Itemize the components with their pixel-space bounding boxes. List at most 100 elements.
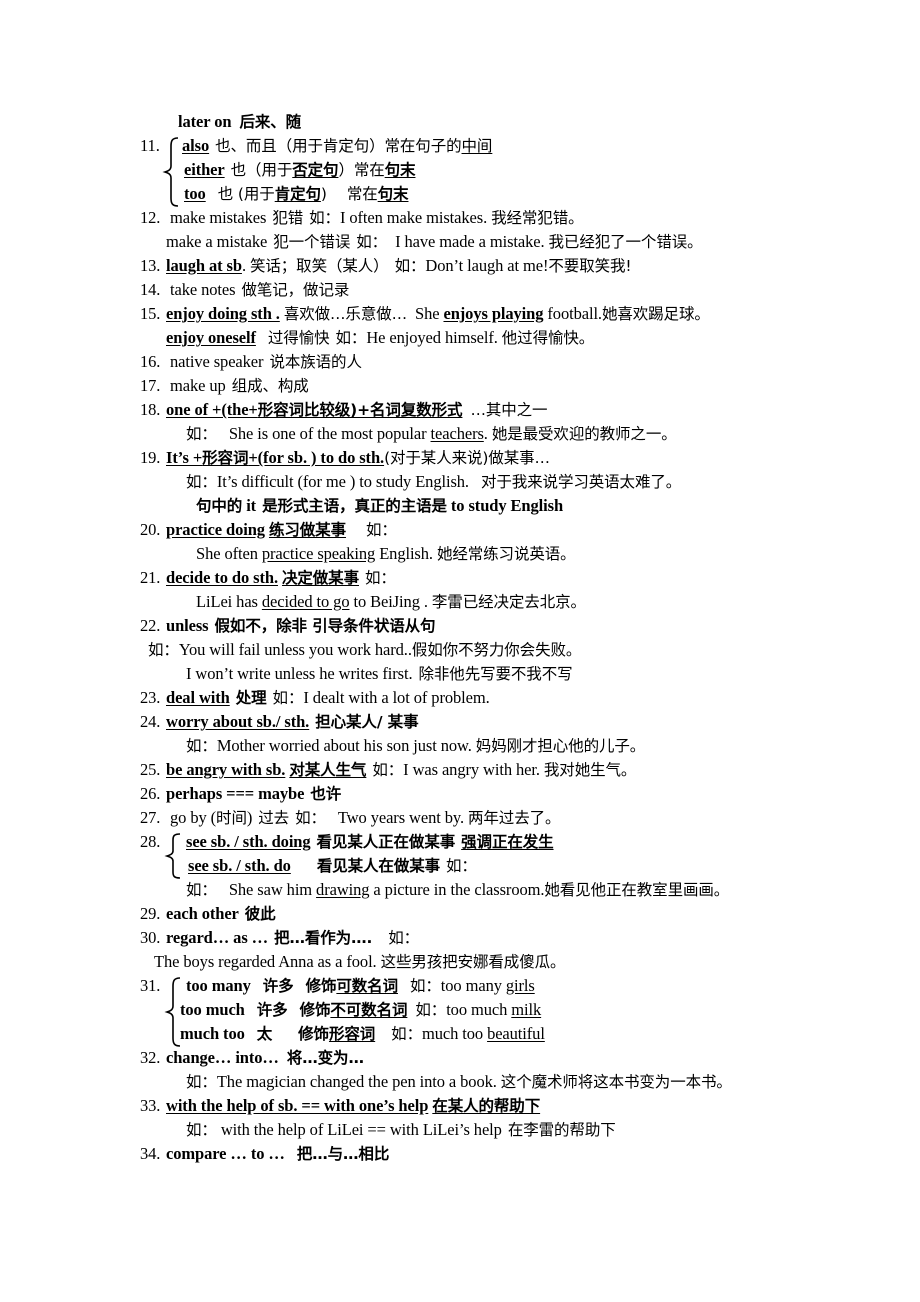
- example-en-31c: much too: [421, 1024, 484, 1043]
- usage-too-many-a: 修饰: [305, 977, 337, 995]
- phrase-worry-about: worry about sb./ sth.: [166, 712, 310, 731]
- example-cn-22a: 假如你不努力你会失败。: [411, 641, 582, 659]
- example-label-30: 如：: [388, 929, 420, 947]
- entry-34: 34. compare … to … 把…与…相比: [140, 1142, 880, 1166]
- example-en-20a: She often: [196, 544, 258, 563]
- entry-21-example: LiLei has decided to go to BeiJing . 李雷已经决定…: [140, 590, 880, 614]
- gloss-decide-to-do-sth: 决定做某事: [281, 569, 359, 587]
- example-cn-21: 李雷已经决定去北京。: [431, 593, 586, 611]
- example-label-31c: 如：: [391, 1025, 422, 1043]
- example-en-13: Don’t laugh at me!: [425, 256, 549, 275]
- entry-31-group: 31. too many 许多 修饰可数名词 如：too many girls too m…: [140, 974, 880, 1047]
- example-rest-15: football.: [547, 304, 602, 323]
- entry-11-group: 11. also 也、而且（用于肯定句）常在句子的中间 either 也（用于否定句）…: [140, 134, 880, 207]
- entry-21-number: 21.: [140, 568, 161, 587]
- example-cn-13: 不要取笑我!: [548, 257, 632, 275]
- entry-20-number: 20.: [140, 520, 161, 539]
- entry-33-example: 如： with the help of LiLei == with LiLei’s…: [140, 1118, 880, 1142]
- entry-12-number: 12.: [140, 208, 161, 227]
- example-en-20b: English.: [379, 544, 433, 563]
- example-en-15b: He enjoyed himself.: [366, 328, 498, 347]
- entry-22: 22. unless 假如不，除非 引导条件状语从句: [140, 614, 880, 638]
- entry-19-example: 如：It’s difficult (for me ) to study Engl…: [140, 470, 880, 494]
- entry-30: 30. regard… as … 把…看作为…. 如：: [140, 926, 880, 950]
- gloss-its-adj: (对于某人来说)做某事…: [384, 449, 550, 467]
- entry-16: 16. native speaker 说本族语的人: [140, 350, 880, 374]
- example-label-18: 如：: [186, 425, 217, 443]
- document-body: later on 后来、随 11. also 也、而且（用于肯定句）常在句子的中间 e…: [140, 110, 880, 1166]
- entry-28-group: 28. see sb. / sth. doing 看见某人正在做某事 强调正在发生 s…: [140, 830, 880, 879]
- phrase-be-angry-with-sb: be angry with sb.: [166, 760, 286, 779]
- phrase-make-mistakes: make mistakes: [170, 208, 267, 227]
- example-cn-18: 她是最受欢迎的教师之一。: [491, 425, 677, 443]
- gloss-change-into: 将…变为…: [286, 1049, 364, 1067]
- phrase-too: too: [184, 184, 206, 203]
- gloss-each-other: 彼此: [244, 905, 276, 923]
- note-en-19: to study English: [450, 496, 564, 515]
- example-en-22a: You will fail unless you work hard..: [178, 640, 412, 659]
- gloss-practice-doing: 练习做某事: [268, 521, 346, 539]
- example-en-22b: I won’t write unless he writes first.: [186, 664, 413, 683]
- example-en-12b: I have made a mistake.: [395, 232, 545, 251]
- entry-11-row-3: too 也 (用于肯定句) 常在句末: [140, 182, 880, 206]
- example-label-21: 如：: [365, 569, 396, 587]
- example-en-31b: too much: [446, 1000, 508, 1019]
- entry-22-number: 22.: [140, 616, 161, 635]
- phrase-see-sb-do: see sb. / sth. do: [188, 856, 291, 875]
- example-label-27: 如：: [295, 809, 326, 827]
- entry-34-number: 34.: [140, 1144, 161, 1163]
- entry-23: 23. deal with 处理 如：I dealt with a lot of pr…: [140, 686, 880, 710]
- note-cn-b-19: 是形式主语，真正的主语是: [262, 497, 447, 515]
- gloss-see-sb-do: 看见某人在做某事: [316, 857, 441, 875]
- example-cn-19: 对于我来说学习英语太难了。: [480, 473, 682, 491]
- gloss-perhaps-maybe: 也许: [310, 785, 342, 803]
- phrase-with-the-help-of-sb: with the help of sb. == with one’s help: [166, 1096, 429, 1115]
- gloss-make-mistakes: 犯错: [272, 209, 304, 227]
- example-cn-22b: 除非他先写要不我不写: [418, 665, 573, 683]
- phrase-make-a-mistake: make a mistake: [166, 232, 268, 251]
- entry-15-sub: enjoy oneself 过得愉快 如：He enjoyed himself. 他过…: [140, 326, 880, 350]
- phrase-native-speaker: native speaker: [170, 352, 264, 371]
- example-en-30: The boys regarded Anna as a fool.: [154, 952, 377, 971]
- gloss-one-of: …其中之一: [470, 401, 548, 419]
- gloss-native-speaker: 说本族语的人: [269, 353, 362, 371]
- entry-32-example: 如：The magician changed the pen into a bo…: [140, 1070, 880, 1094]
- example-en-18a: She is one of the most popular: [228, 424, 427, 443]
- entry-15-number: 15.: [140, 304, 161, 323]
- gloss-also: 也、而且（用于肯定句）常在句子的: [215, 137, 462, 155]
- example-en-12: I often make mistakes.: [339, 208, 488, 227]
- gloss-either-emph1: 否定句: [292, 161, 339, 179]
- example-cn-15: 她喜欢踢足球。: [601, 305, 710, 323]
- example-label-19: 如：: [186, 473, 217, 491]
- gloss-unless: 假如不，除非 引导条件状语从句: [214, 617, 436, 635]
- example-label-32: 如：: [186, 1073, 217, 1091]
- gloss-too-a: 也 (用于: [217, 185, 275, 203]
- entry-24: 24. worry about sb./ sth. 担心某人/ 某事: [140, 710, 880, 734]
- example-en-32: The magician changed the pen into a book…: [216, 1072, 497, 1091]
- example-en-31b-underlined: milk: [511, 1000, 542, 1019]
- gloss-make-a-mistake: 犯一个错误: [273, 233, 351, 251]
- example-en-28a: She saw him: [228, 880, 313, 899]
- example-label-12b: 如：: [356, 233, 388, 251]
- entry-29-number: 29.: [140, 904, 161, 923]
- gloss-worry-about: 担心某人/ 某事: [315, 713, 419, 731]
- entry-24-number: 24.: [140, 712, 161, 731]
- entry-11-row-2: either 也（用于否定句）常在句末: [140, 158, 880, 182]
- gloss-too-emph2: 句末: [377, 185, 409, 203]
- entry-13: 13. laugh at sb. 笑话；取笑（某人） 如：Don’t laugh at…: [140, 254, 880, 278]
- entry-13-number: 13.: [140, 256, 161, 275]
- example-en-31a: too many: [440, 976, 502, 995]
- phrase-enjoy-oneself: enjoy oneself: [166, 328, 256, 347]
- entry-29: 29. each other 彼此: [140, 902, 880, 926]
- document-page: later on 后来、随 11. also 也、而且（用于肯定句）常在句子的中间 e…: [0, 0, 920, 1302]
- entry-28-row-1: 28. see sb. / sth. doing 看见某人正在做某事 强调正在发生: [140, 830, 880, 854]
- entry-23-number: 23.: [140, 688, 161, 707]
- example-en-23: I dealt with a lot of problem.: [303, 688, 490, 707]
- usage-much-too-u: 形容词: [328, 1025, 376, 1043]
- gloss-too-much: 许多: [256, 1001, 288, 1019]
- entry-25: 25. be angry with sb. 对某人生气 如：I was angry w…: [140, 758, 880, 782]
- gloss-either-b: ）常在: [338, 161, 385, 179]
- phrase-each-other: each other: [166, 904, 239, 923]
- usage-too-many-u: 可数名词: [336, 977, 398, 995]
- gloss-enjoy-oneself: 过得愉快: [267, 329, 330, 347]
